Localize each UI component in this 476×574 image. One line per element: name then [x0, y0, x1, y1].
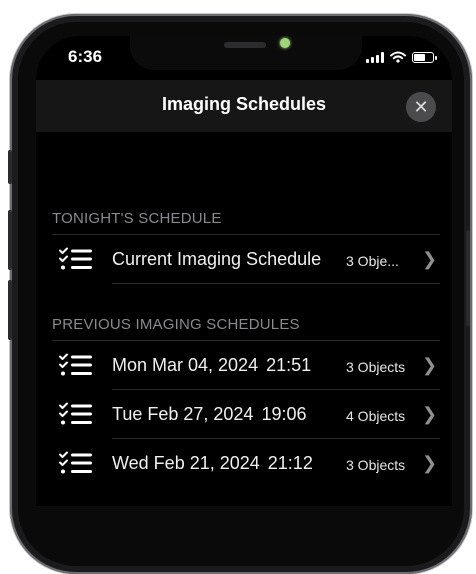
- divider: [112, 283, 440, 284]
- schedule-title: Mon Mar 04, 2024 21:51: [112, 355, 311, 376]
- schedule-time: 21:51: [266, 355, 312, 375]
- wifi-icon: [390, 51, 406, 63]
- checklist-icon: [59, 247, 92, 270]
- close-icon: ✕: [413, 97, 429, 117]
- status-icons: [366, 51, 437, 63]
- schedule-time: 21:12: [267, 453, 313, 473]
- notch: [130, 36, 362, 70]
- object-count: 3 Objects: [346, 457, 406, 473]
- side-button: [8, 210, 12, 270]
- schedule-title: Current Imaging Schedule: [112, 249, 322, 269]
- schedule-date: Tue Feb 27, 2024: [112, 404, 254, 424]
- chevron-right-icon: ❯: [422, 404, 438, 424]
- status-time: 6:36: [68, 47, 103, 66]
- schedule-row[interactable]: Mon Mar 04, 2024 21:51 3 Objects ❯: [36, 341, 452, 389]
- side-button: [466, 230, 470, 326]
- schedule-date: Mon Mar 04, 2024: [112, 355, 259, 375]
- speaker-grille: [224, 42, 266, 48]
- side-button: [8, 150, 12, 184]
- schedule-row[interactable]: Wed Feb 21, 2024 21:12 3 Objects ❯: [36, 439, 452, 487]
- cellular-signal-icon: [366, 51, 384, 63]
- side-button: [8, 280, 12, 340]
- schedule-row[interactable]: Tue Feb 27, 2024 19:06 4 Objects ❯: [36, 390, 452, 438]
- front-camera: [280, 38, 290, 48]
- page-title: Imaging Schedules: [161, 94, 327, 114]
- close-button[interactable]: ✕: [406, 92, 436, 122]
- schedule-date: Wed Feb 21, 2024: [112, 453, 260, 473]
- chevron-right-icon: ❯: [422, 453, 438, 473]
- checklist-icon: [59, 451, 92, 474]
- schedule-time: 19:06: [261, 404, 307, 424]
- checklist-icon: [59, 353, 92, 376]
- section-header-previous: PREVIOUS IMAGING SCHEDULES: [52, 316, 300, 333]
- object-count: 3 Obje...: [346, 253, 399, 269]
- object-count: 3 Objects: [346, 359, 406, 375]
- chevron-right-icon: ❯: [422, 355, 438, 375]
- chevron-right-icon: ❯: [422, 249, 438, 269]
- battery-level: [414, 53, 426, 61]
- battery-icon: [412, 51, 437, 63]
- schedule-title: Wed Feb 21, 2024 21:12: [112, 453, 313, 474]
- checklist-icon: [59, 402, 92, 425]
- navigation-bar: Imaging Schedules ✕: [36, 80, 452, 132]
- schedule-title: Tue Feb 27, 2024 19:06: [112, 404, 306, 425]
- schedule-row-current[interactable]: Current Imaging Schedule 3 Obje... ❯: [36, 235, 452, 283]
- app-screen: 6:36 Imaging Schedules ✕ TONIGHT'S SCHED…: [36, 36, 452, 506]
- object-count: 4 Objects: [346, 408, 406, 424]
- section-header-tonight: TONIGHT'S SCHEDULE: [52, 210, 222, 227]
